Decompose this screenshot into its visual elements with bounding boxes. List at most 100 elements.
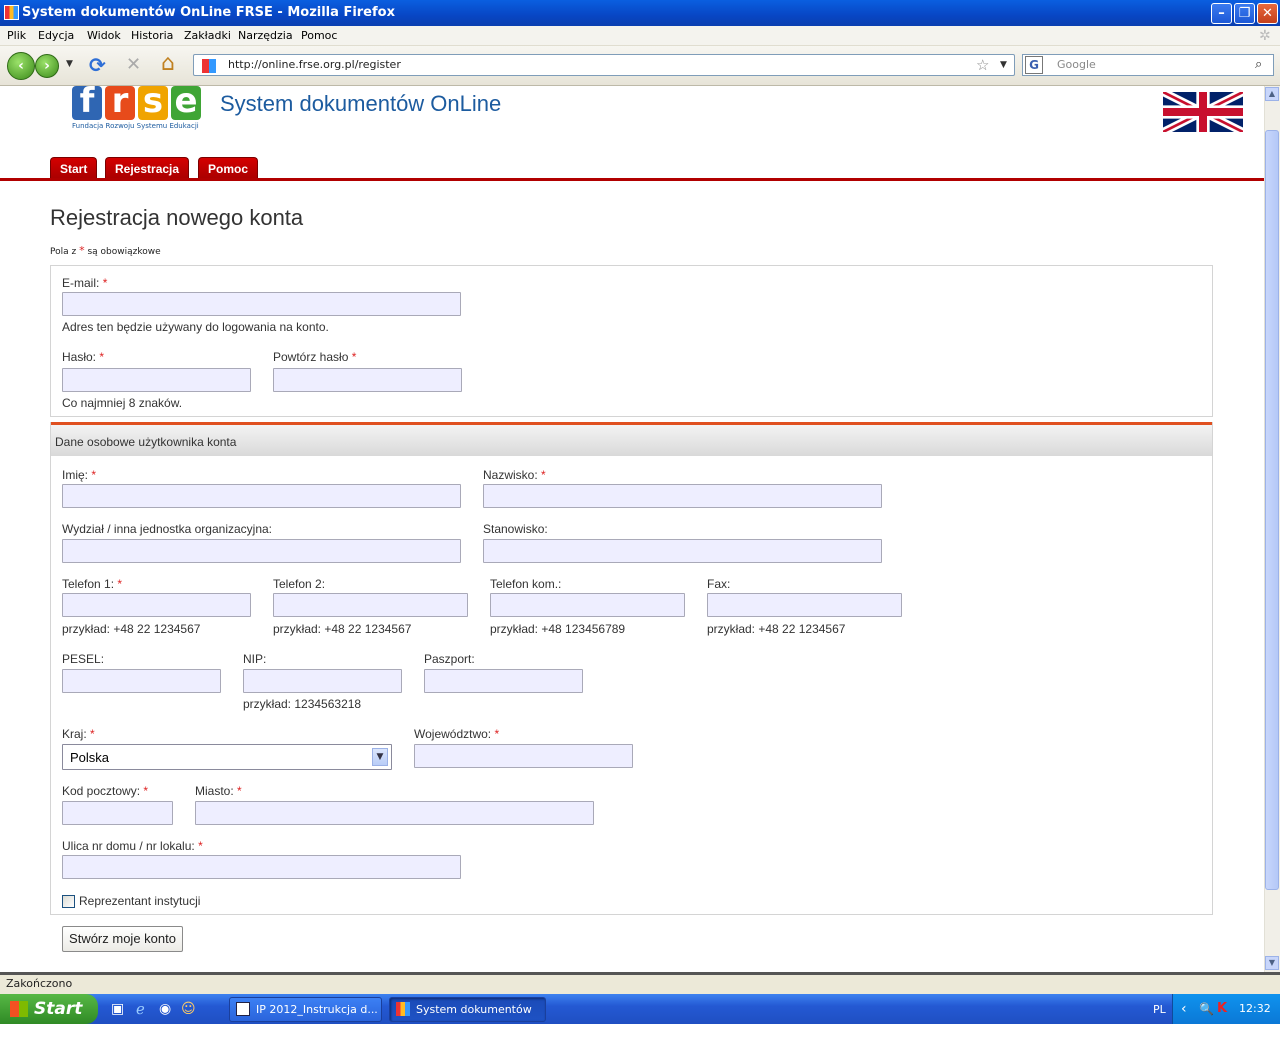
nip-label: NIP: bbox=[243, 652, 267, 666]
search-bar[interactable]: G Google ⌕ bbox=[1022, 54, 1274, 76]
province-field[interactable] bbox=[414, 744, 633, 768]
quicklaunch-ie-icon[interactable]: ℯ bbox=[136, 1000, 145, 1018]
email-label: E-mail: * bbox=[62, 276, 108, 290]
taskbar-item-word[interactable]: IP 2012_Instrukcja d... bbox=[229, 997, 382, 1022]
logo-letter-e: e bbox=[171, 84, 201, 120]
search-icon[interactable]: ⌕ bbox=[1255, 55, 1262, 75]
nip-hint: przykład: 1234563218 bbox=[243, 697, 362, 711]
section-header: Dane osobowe użytkownika konta bbox=[51, 422, 1212, 456]
fax-hint: przykład: +48 22 1234567 bbox=[707, 622, 846, 636]
google-engine-icon[interactable]: G bbox=[1025, 56, 1043, 74]
password-label: Hasło: * bbox=[62, 350, 105, 364]
phone2-hint: przykład: +48 22 1234567 bbox=[273, 622, 412, 636]
fax-label: Fax: bbox=[707, 577, 731, 591]
system-tray: ‹ 🔍 K 12:32 bbox=[1172, 994, 1280, 1024]
home-icon[interactable]: ⌂ bbox=[161, 51, 175, 76]
menu-edycja[interactable]: Edycja bbox=[38, 29, 74, 42]
province-label: Województwo: * bbox=[414, 727, 500, 741]
language-indicator[interactable]: PL bbox=[1153, 1003, 1166, 1016]
department-field[interactable] bbox=[62, 539, 461, 563]
city-field[interactable] bbox=[195, 801, 594, 825]
window-title: System dokumentów OnLine FRSE - Mozilla … bbox=[22, 5, 395, 20]
tab-rejestracja[interactable]: Rejestracja bbox=[105, 157, 190, 179]
logo-letter-s: s bbox=[138, 84, 168, 120]
navigation-toolbar: ‹ › ▼ ⟳ ✕ ⌂ http://online.frse.org.pl/re… bbox=[0, 28, 1280, 86]
pesel-field[interactable] bbox=[62, 669, 221, 693]
menu-historia[interactable]: Historia bbox=[131, 29, 173, 42]
document-icon bbox=[236, 1002, 250, 1016]
mobile-field[interactable] bbox=[490, 593, 685, 617]
scroll-down-icon[interactable]: ▼ bbox=[1265, 956, 1279, 970]
uk-flag-icon[interactable] bbox=[1163, 92, 1243, 132]
country-select[interactable]: Polska ▼ bbox=[62, 744, 392, 770]
url-bar[interactable]: http://online.frse.org.pl/register ☆ ▼ bbox=[193, 54, 1015, 76]
start-button[interactable]: Start bbox=[0, 994, 98, 1024]
search-placeholder: Google bbox=[1057, 58, 1096, 71]
close-button[interactable]: ✕ bbox=[1257, 3, 1278, 24]
dropdown-arrow-icon[interactable]: ▼ bbox=[372, 748, 388, 766]
phone2-label: Telefon 2: bbox=[273, 577, 326, 591]
phone1-field[interactable] bbox=[62, 593, 251, 617]
tray-search-icon[interactable]: 🔍 bbox=[1199, 994, 1214, 1024]
institution-label[interactable]: Reprezentant instytucji bbox=[79, 894, 200, 908]
menu-widok[interactable]: Widok bbox=[87, 29, 121, 42]
minimize-button[interactable]: – bbox=[1211, 3, 1232, 24]
password-repeat-field[interactable] bbox=[273, 368, 462, 392]
tab-pomoc[interactable]: Pomoc bbox=[198, 157, 259, 179]
country-value: Polska bbox=[70, 750, 110, 765]
password-hint: Co najmniej 8 znaków. bbox=[62, 396, 183, 410]
quicklaunch-messenger-icon[interactable]: ☺ bbox=[181, 1001, 196, 1017]
tab-underline bbox=[0, 178, 1264, 181]
maximize-button[interactable]: ❐ bbox=[1234, 3, 1255, 24]
postcode-label: Kod pocztowy: * bbox=[62, 784, 149, 798]
tab-start[interactable]: Start bbox=[50, 157, 98, 179]
history-dropdown-icon[interactable]: ▼ bbox=[66, 59, 73, 69]
back-icon[interactable]: ‹ bbox=[7, 52, 35, 80]
menu-zakladki[interactable]: Zakładki bbox=[184, 29, 231, 42]
menu-bar: Plik Edycja Widok Historia Zakładki Narz… bbox=[0, 26, 1280, 46]
star-icon[interactable]: ☆ bbox=[976, 55, 989, 75]
email-hint: Adres ten będzie używany do logowania na… bbox=[62, 320, 329, 334]
scrollbar-thumb[interactable] bbox=[1265, 130, 1279, 890]
url-dropdown-icon[interactable]: ▼ bbox=[1000, 55, 1007, 75]
taskbar-item-firefox[interactable]: System dokumentów ... bbox=[389, 997, 546, 1039]
menu-pomoc[interactable]: Pomoc bbox=[301, 29, 337, 42]
required-note: Pola z * są obowiązkowe bbox=[50, 244, 161, 257]
last-name-field[interactable] bbox=[483, 484, 882, 508]
site-title: System dokumentów OnLine bbox=[220, 91, 502, 116]
scroll-up-icon[interactable]: ▲ bbox=[1265, 87, 1279, 101]
menu-plik[interactable]: Plik bbox=[7, 29, 26, 42]
fax-field[interactable] bbox=[707, 593, 902, 617]
phone1-label: Telefon 1: * bbox=[62, 577, 123, 591]
position-field[interactable] bbox=[483, 539, 882, 563]
quicklaunch-desktop-icon[interactable]: ▣ bbox=[111, 1001, 124, 1017]
logo-letter-r: r bbox=[105, 84, 135, 120]
postcode-field[interactable] bbox=[62, 801, 173, 825]
site-favicon-icon bbox=[202, 59, 216, 73]
street-field[interactable] bbox=[62, 855, 461, 879]
quicklaunch-media-icon[interactable]: ◉ bbox=[159, 1001, 171, 1017]
passport-field[interactable] bbox=[424, 669, 583, 693]
menu-narzedzia[interactable]: Narzędzia bbox=[238, 29, 293, 42]
tray-antivirus-icon[interactable]: K bbox=[1217, 994, 1227, 1024]
street-label: Ulica nr domu / nr lokalu: * bbox=[62, 839, 203, 853]
stop-icon[interactable]: ✕ bbox=[126, 54, 141, 75]
mobile-label: Telefon kom.: bbox=[490, 577, 562, 591]
position-label: Stanowisko: bbox=[483, 522, 548, 536]
institution-checkbox[interactable] bbox=[62, 895, 75, 908]
reload-icon[interactable]: ⟳ bbox=[89, 53, 106, 77]
page-heading: Rejestracja nowego konta bbox=[50, 205, 304, 230]
windows-logo-icon bbox=[10, 1001, 28, 1017]
nip-field[interactable] bbox=[243, 669, 402, 693]
tray-expand-icon[interactable]: ‹ bbox=[1181, 994, 1187, 1024]
first-name-field[interactable] bbox=[62, 484, 461, 508]
phone2-field[interactable] bbox=[273, 593, 468, 617]
firefox-icon bbox=[396, 1002, 410, 1016]
create-account-button[interactable]: Stwórz moje konto bbox=[62, 926, 183, 952]
city-label: Miasto: * bbox=[195, 784, 242, 798]
password-field[interactable] bbox=[62, 368, 251, 392]
forward-icon[interactable]: › bbox=[35, 54, 59, 78]
email-field[interactable] bbox=[62, 292, 461, 316]
mobile-hint: przykład: +48 123456789 bbox=[490, 622, 626, 636]
clock: 12:32 bbox=[1239, 1002, 1271, 1015]
